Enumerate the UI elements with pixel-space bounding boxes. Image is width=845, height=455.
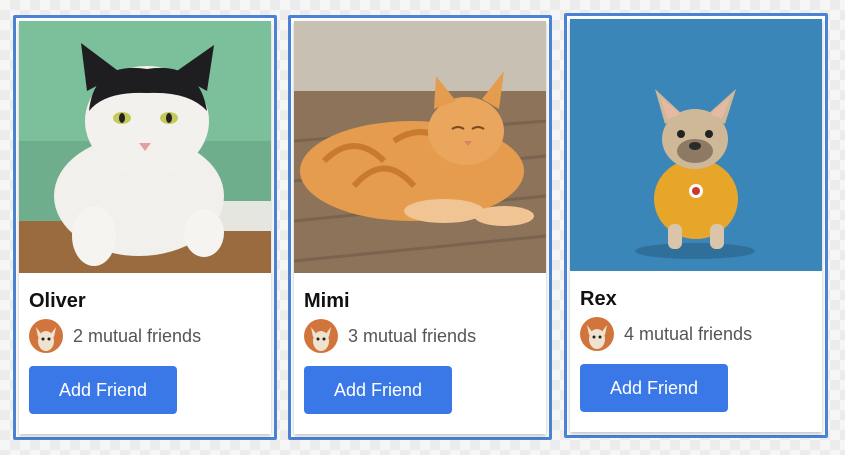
add-friend-button[interactable]: Add Friend (29, 366, 177, 414)
friend-card-mimi: Mimi 3 mutual friends Add Friend (288, 15, 552, 440)
avatar (29, 319, 63, 353)
card-body: Oliver 2 mutual friends Add Friend (19, 21, 271, 434)
mutual-friends-count: 2 mutual friends (73, 325, 202, 346)
mutual-friends-row: 4 mutual friends (580, 317, 752, 351)
friend-name: Oliver (29, 290, 86, 312)
friend-name: Mimi (304, 290, 350, 312)
add-friend-button[interactable]: Add Friend (304, 366, 452, 414)
mutual-friends-row: 2 mutual friends (29, 319, 201, 353)
dog-photo (570, 19, 822, 271)
add-friend-button[interactable]: Add Friend (580, 364, 728, 412)
cat-photo (294, 21, 546, 273)
cat-photo (19, 21, 271, 273)
mutual-friends-count: 4 mutual friends (624, 323, 753, 344)
card-body: Rex 4 mutual friends Add Friend (570, 19, 822, 432)
avatar (304, 319, 338, 353)
mutual-friends-row: 3 mutual friends (304, 319, 476, 353)
card-body: Mimi 3 mutual friends Add Friend (294, 21, 546, 434)
avatar (580, 317, 614, 351)
friend-card-rex: Rex 4 mutual friends Add Friend (564, 13, 828, 438)
mutual-friends-count: 3 mutual friends (348, 325, 477, 346)
friend-card-oliver: Oliver 2 mutual friends Add Friend (13, 15, 277, 440)
friend-name: Rex (580, 288, 617, 310)
